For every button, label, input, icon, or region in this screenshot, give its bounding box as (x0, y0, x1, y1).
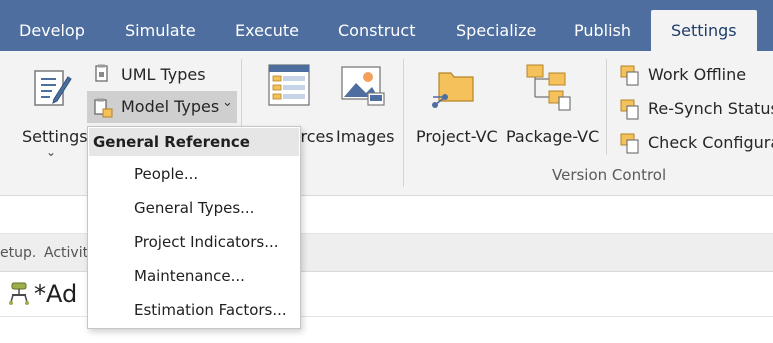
project-vc-button[interactable]: Project-VC (413, 61, 501, 146)
settings-label: Settings (22, 127, 88, 146)
work-offline-button[interactable]: Work Offline (615, 62, 773, 88)
menu-header: General Reference (89, 128, 299, 156)
document-tab-title: *Ad (34, 280, 78, 308)
model-types-dropdown-menu: General Reference People... General Type… (87, 126, 301, 329)
images-label: Images (336, 127, 395, 146)
menu-item-general-types[interactable]: General Types... (134, 199, 254, 217)
uml-types-label: UML Types (121, 65, 206, 84)
uml-types-icon (95, 64, 108, 82)
model-types-button[interactable]: Model Types ⌄ (87, 91, 237, 123)
settings-button[interactable]: Settings ⌄ (16, 61, 88, 159)
version-control-group-label: Version Control (552, 166, 667, 184)
activity-diagram-icon (9, 282, 29, 305)
check-configuration-icon (620, 133, 639, 154)
resynch-status-icon (620, 99, 639, 120)
resources-icon (268, 64, 310, 106)
menu-item-estimation-factors[interactable]: Estimation Factors... (134, 301, 287, 319)
check-configuration-label: Check Configura (648, 133, 773, 152)
package-vc-icon (526, 64, 571, 111)
menu-item-people[interactable]: People... (134, 165, 198, 183)
tab-construct[interactable]: Construct (338, 10, 416, 51)
breadcrumb-item[interactable]: Activit (44, 245, 88, 261)
tab-publish[interactable]: Publish (574, 10, 631, 51)
check-configuration-button[interactable]: Check Configura (615, 130, 773, 156)
project-vc-icon (432, 72, 474, 108)
images-icon (341, 66, 385, 106)
project-vc-label: Project-VC (416, 127, 498, 146)
tab-develop[interactable]: Develop (19, 10, 85, 51)
menu-item-project-indicators[interactable]: Project Indicators... (134, 233, 279, 251)
tab-specialize[interactable]: Specialize (456, 10, 536, 51)
model-types-icon (94, 98, 113, 118)
document-tab[interactable]: *Ad (0, 272, 92, 316)
work-offline-icon (620, 65, 639, 86)
menu-item-maintenance[interactable]: Maintenance... (134, 267, 245, 285)
package-vc-label: Package-VC (506, 127, 600, 146)
settings-icon (34, 70, 72, 106)
tab-simulate[interactable]: Simulate (125, 10, 196, 51)
work-offline-label: Work Offline (648, 65, 747, 84)
images-button[interactable]: Images (334, 61, 396, 146)
package-vc-button[interactable]: Package-VC (503, 61, 599, 146)
model-types-label: Model Types (121, 97, 220, 116)
ribbon-separator (606, 59, 607, 155)
uml-types-button[interactable]: UML Types (90, 62, 210, 88)
chevron-down-icon: ⌄ (46, 145, 57, 159)
ribbon-tab-bar: Develop Simulate Execute Construct Speci… (0, 0, 773, 52)
tab-settings[interactable]: Settings (651, 10, 757, 52)
resynch-status-button[interactable]: Re-Synch Status (615, 96, 773, 122)
tab-execute[interactable]: Execute (235, 10, 299, 51)
ribbon-separator (403, 59, 404, 187)
breadcrumb-item[interactable]: etup. (0, 245, 36, 261)
chevron-down-icon: ⌄ (222, 95, 233, 110)
resynch-status-label: Re-Synch Status (648, 99, 773, 118)
